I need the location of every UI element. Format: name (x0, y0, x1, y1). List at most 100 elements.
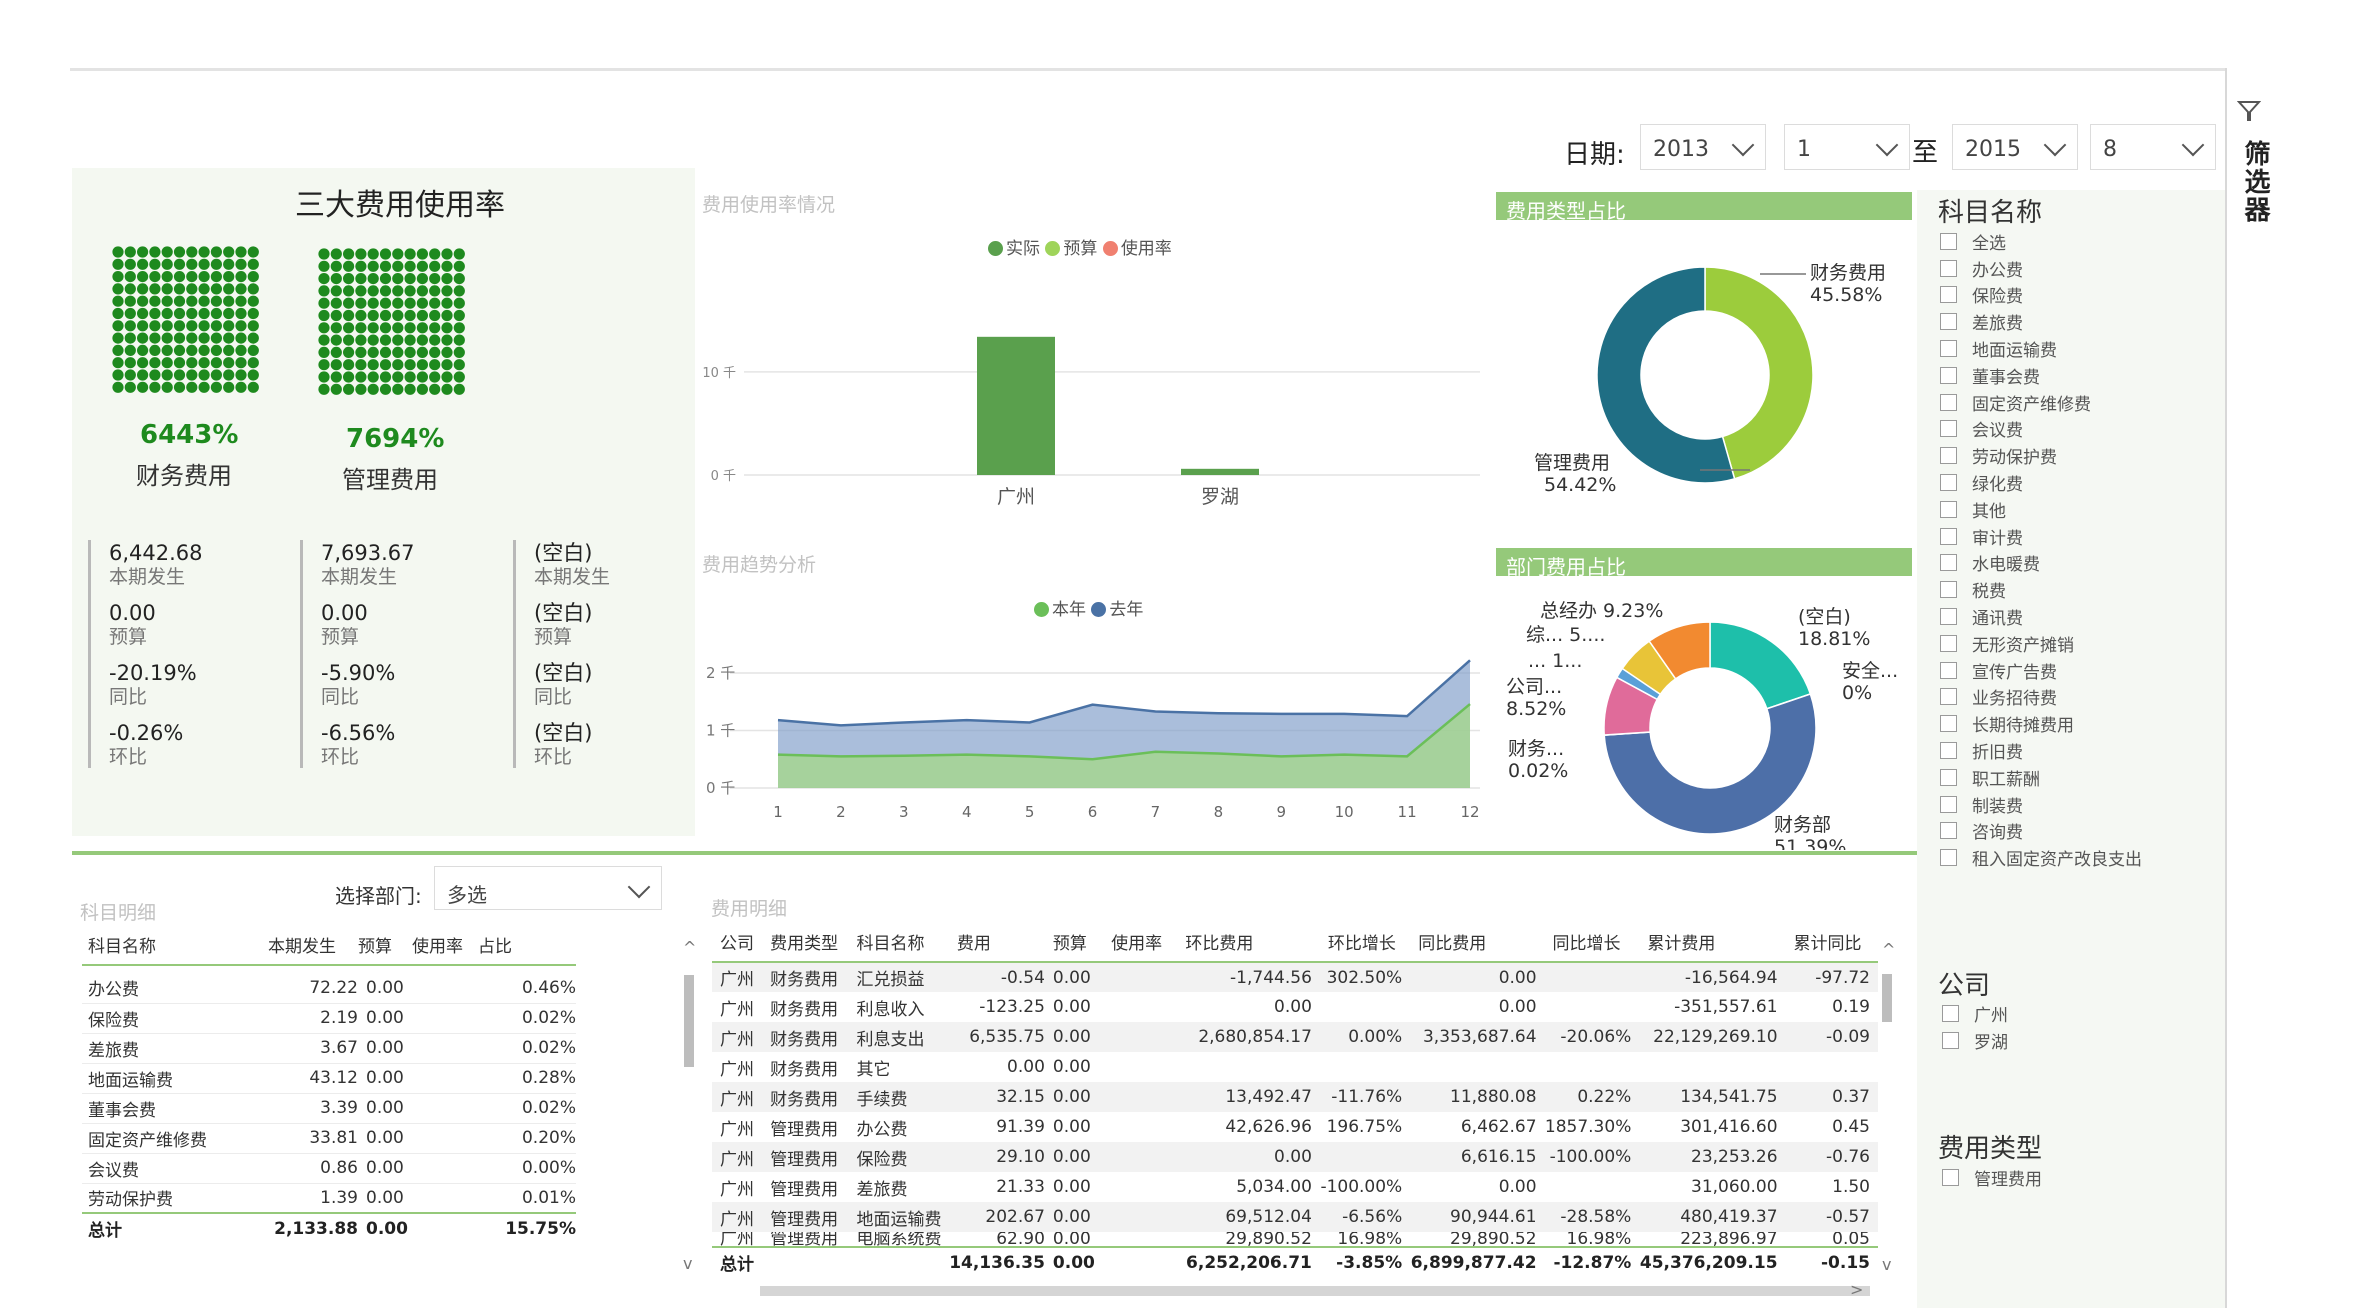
checkbox[interactable] (1940, 420, 1957, 438)
scroll-up-icon[interactable]: ^ (683, 938, 696, 957)
checkbox[interactable] (1940, 286, 1957, 304)
filter-option[interactable]: 差旅费 (1940, 308, 2210, 335)
table-row[interactable]: 劳动保护费 1.39 0.00 0.01% (82, 1183, 576, 1213)
table-row[interactable]: 广州 管理费用 地面运输费 202.67 0.00 69,512.04 -6.56% 90,9… (712, 1202, 1878, 1232)
filter-option[interactable]: 广州 (1942, 1000, 2212, 1027)
scroll-down-icon[interactable]: v (683, 1254, 692, 1273)
filter-option[interactable]: 地面运输费 (1940, 335, 2210, 362)
table-row[interactable]: 差旅费 3.67 0.00 0.02% (82, 1033, 576, 1063)
table-row[interactable]: 广州 财务费用 利息收入 -123.25 0.00 0.00 0.00 -351,557.61… (712, 992, 1878, 1022)
filter-option[interactable]: 租入固定资产改良支出 (1940, 844, 2210, 871)
table-row[interactable]: 广州 财务费用 利息支出 6,535.75 0.00 2,680,854.17 0.00% 3… (712, 1022, 1878, 1052)
checkbox[interactable] (1940, 232, 1957, 250)
table-row[interactable]: 会议费 0.86 0.00 0.00% (82, 1153, 576, 1183)
checkbox[interactable] (1940, 474, 1957, 492)
column-header[interactable]: 科目名称 (82, 925, 268, 965)
legend-item[interactable]: 去年 (1091, 600, 1143, 620)
filter-option[interactable]: 折旧费 (1940, 737, 2210, 764)
checkbox[interactable] (1940, 527, 1957, 545)
scroll-down-icon[interactable]: v (1882, 1255, 1891, 1274)
column-header[interactable]: 累计同比 (1786, 922, 1878, 962)
filter-option[interactable]: 咨询费 (1940, 818, 2210, 845)
bar-actual[interactable] (1181, 468, 1259, 475)
table-row[interactable]: 广州 财务费用 手续费 32.15 0.00 13,492.47 -11.76% 11,880… (712, 1082, 1878, 1112)
checkbox[interactable] (1940, 688, 1957, 706)
legend-item[interactable]: 使用率 (1102, 239, 1172, 259)
filter-funnel-icon[interactable] (2237, 100, 2261, 122)
table-row[interactable]: 办公费 72.22 0.00 0.46% (82, 973, 576, 1003)
filter-option[interactable]: 董事会费 (1940, 362, 2210, 389)
filters-pane-title[interactable]: 筛选器 (2234, 140, 2274, 224)
table-row[interactable]: 广州 管理费用 电脑系统费 62.90 0.00 29,890.52 16.98% 29,89… (712, 1232, 1878, 1247)
checkbox[interactable] (1940, 366, 1957, 384)
checkbox[interactable] (1940, 340, 1957, 358)
table-row[interactable]: 广州 管理费用 差旅费 21.33 0.00 5,034.00 -100.00% 0.00 31… (712, 1172, 1878, 1202)
table-row[interactable]: 广州 财务费用 汇兑损益 -0.54 0.00 -1,744.56 302.50% 0.00 -… (712, 962, 1878, 992)
checkbox[interactable] (1940, 715, 1957, 733)
table-row[interactable]: 地面运输费 43.12 0.00 0.28% (82, 1063, 576, 1093)
table-row[interactable]: 固定资产维修费 33.81 0.00 0.20% (82, 1123, 576, 1153)
checkbox[interactable] (1940, 822, 1957, 840)
column-header[interactable]: 科目名称 (848, 922, 948, 962)
vertical-scrollbar[interactable] (1882, 974, 1892, 1022)
filter-option[interactable]: 固定资产维修费 (1940, 389, 2210, 416)
checkbox[interactable] (1940, 259, 1957, 277)
checkbox[interactable] (1940, 795, 1957, 813)
checkbox[interactable] (1940, 554, 1957, 572)
column-header[interactable]: 使用率 (1103, 922, 1177, 962)
filter-option[interactable]: 长期待摊费用 (1940, 710, 2210, 737)
filter-option[interactable]: 管理费用 (1942, 1164, 2212, 1191)
column-header[interactable]: 费用类型 (762, 922, 848, 962)
checkbox[interactable] (1940, 768, 1957, 786)
vertical-scrollbar[interactable] (684, 975, 694, 1067)
filter-option[interactable]: 水电暖费 (1940, 550, 2210, 577)
filter-option[interactable]: 无形资产摊销 (1940, 630, 2210, 657)
to-month-dropdown[interactable]: 8 (2090, 124, 2216, 170)
column-header[interactable]: 预算 (1045, 922, 1103, 962)
donut-slice[interactable] (1709, 621, 1812, 710)
table-row[interactable]: 广州 财务费用 其它 0.00 0.00 (712, 1052, 1878, 1082)
filter-option[interactable]: 税费 (1940, 576, 2210, 603)
filter-option[interactable]: 职工薪酬 (1940, 764, 2210, 791)
table-row[interactable]: 保险费 2.19 0.00 0.02% (82, 1003, 576, 1033)
filter-option[interactable]: 办公费 (1940, 255, 2210, 282)
bar-actual[interactable] (977, 336, 1055, 475)
filter-option[interactable]: 审计费 (1940, 523, 2210, 550)
dept-select-dropdown[interactable]: 多选 (434, 866, 662, 910)
filter-option[interactable]: 全选 (1940, 228, 2210, 255)
filter-option[interactable]: 保险费 (1940, 282, 2210, 309)
table-row[interactable]: 广州 管理费用 保险费 29.10 0.00 0.00 6,616.15 -100.00% 23… (712, 1142, 1878, 1172)
column-header[interactable]: 环比费用 (1177, 922, 1320, 962)
checkbox[interactable] (1942, 1031, 1959, 1049)
checkbox[interactable] (1940, 849, 1957, 867)
from-month-dropdown[interactable]: 1 (1784, 124, 1910, 170)
legend-item[interactable]: 预算 (1045, 239, 1097, 259)
filter-option[interactable]: 劳动保护费 (1940, 442, 2210, 469)
checkbox[interactable] (1940, 393, 1957, 411)
checkbox[interactable] (1940, 581, 1957, 599)
scroll-right-icon[interactable]: > (1850, 1280, 1863, 1299)
checkbox[interactable] (1942, 1168, 1959, 1186)
column-header[interactable]: 同比费用 (1410, 922, 1544, 962)
column-header[interactable]: 本期发生 (268, 925, 358, 965)
table-row[interactable]: 董事会费 3.39 0.00 0.02% (82, 1093, 576, 1123)
column-header[interactable]: 同比增长 (1545, 922, 1640, 962)
horizontal-scrollbar[interactable] (760, 1286, 1870, 1296)
from-year-dropdown[interactable]: 2013 (1640, 124, 1766, 170)
column-header[interactable]: 累计费用 (1639, 922, 1785, 962)
column-header[interactable]: 费用 (949, 922, 1045, 962)
checkbox[interactable] (1940, 742, 1957, 760)
filter-option[interactable]: 通讯费 (1940, 603, 2210, 630)
checkbox[interactable] (1940, 500, 1957, 518)
checkbox[interactable] (1940, 313, 1957, 331)
column-header[interactable]: 使用率 (412, 925, 478, 965)
filter-option[interactable]: 宣传广告费 (1940, 657, 2210, 684)
checkbox[interactable] (1940, 634, 1957, 652)
filter-option[interactable]: 其他 (1940, 496, 2210, 523)
table-row[interactable]: 广州 管理费用 办公费 91.39 0.00 42,626.96 196.75% 6,462.… (712, 1112, 1878, 1142)
filter-option[interactable]: 业务招待费 (1940, 684, 2210, 711)
checkbox[interactable] (1940, 608, 1957, 626)
filter-option[interactable]: 绿化费 (1940, 469, 2210, 496)
scroll-up-icon[interactable]: ^ (1882, 940, 1895, 959)
checkbox[interactable] (1940, 661, 1957, 679)
